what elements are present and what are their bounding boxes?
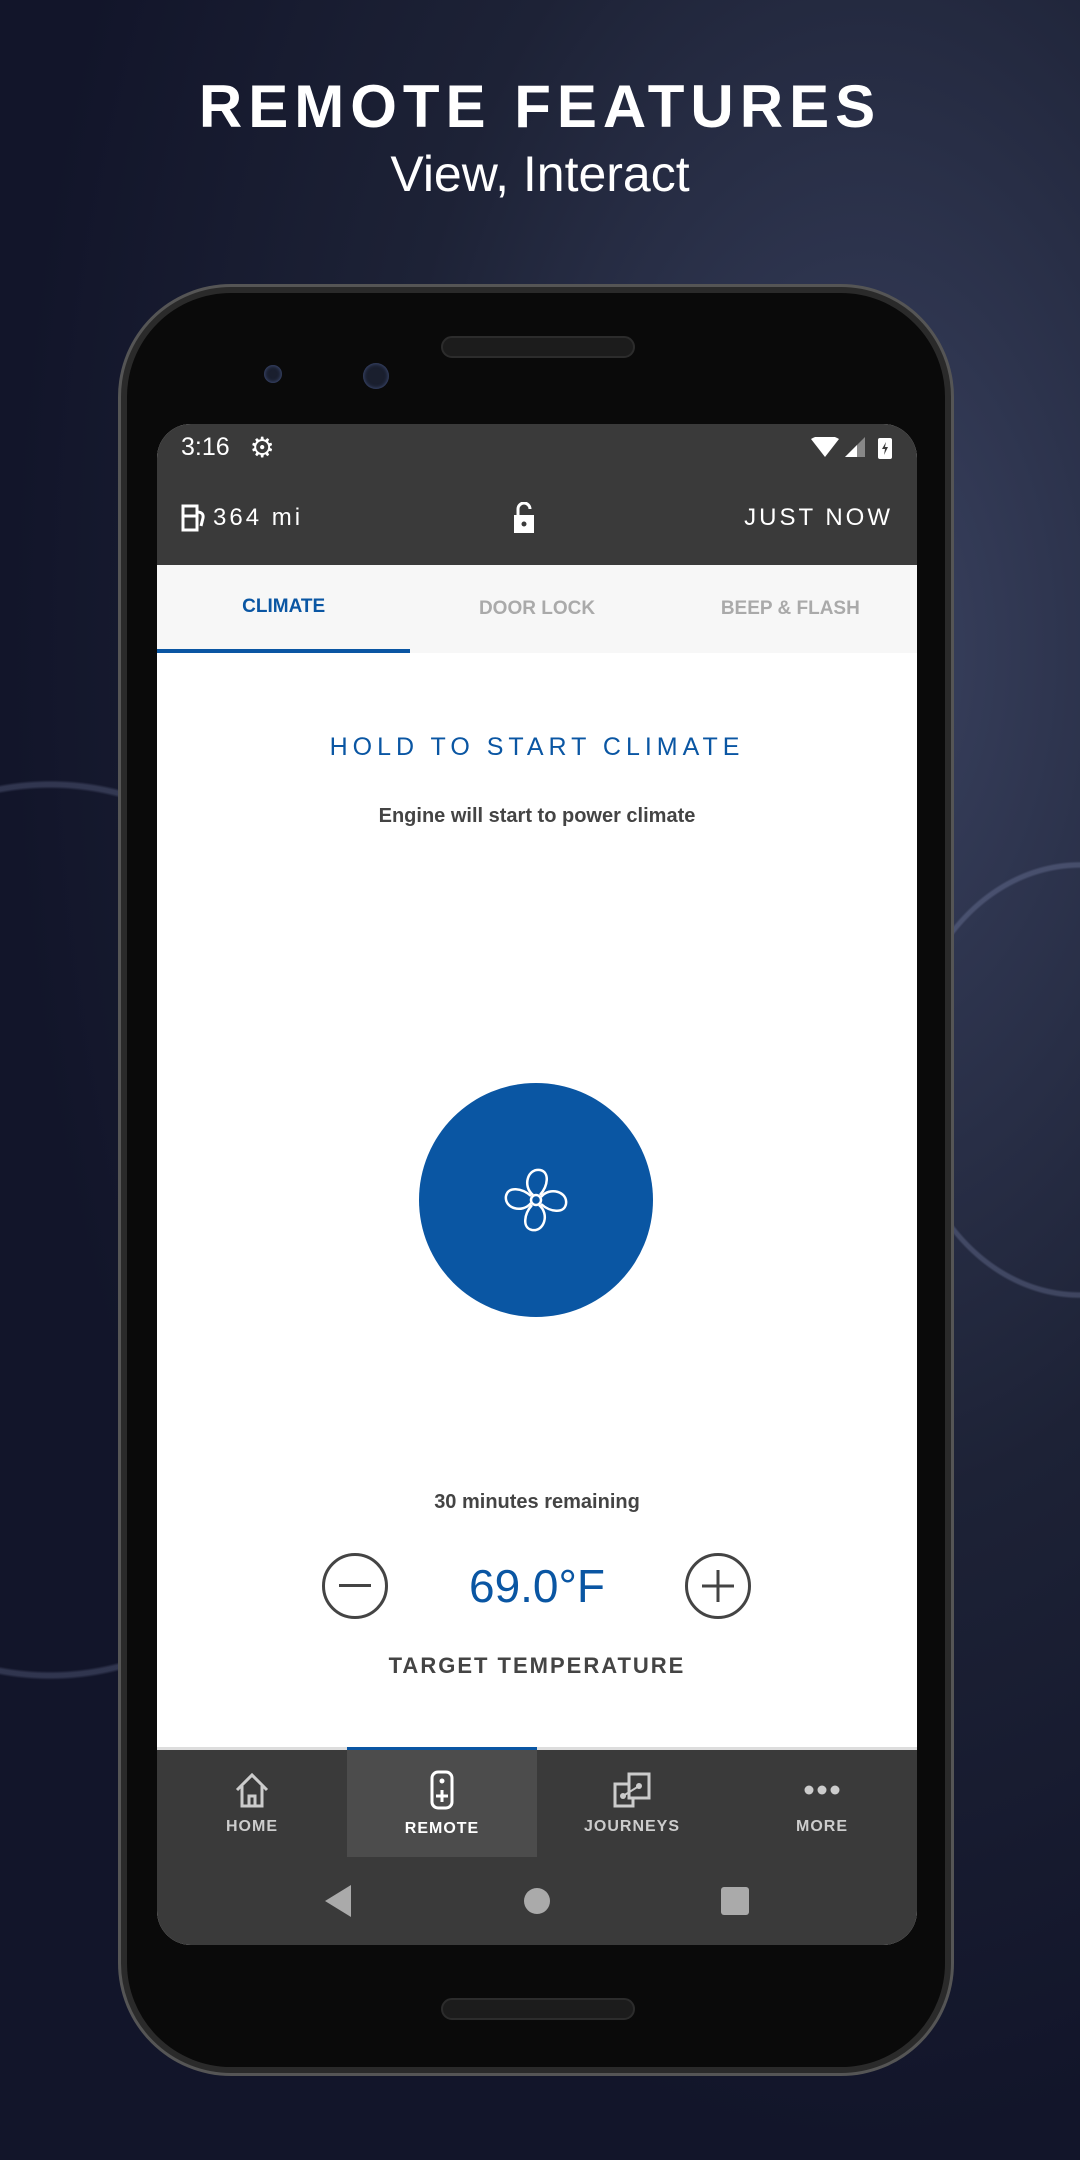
home-icon (235, 1772, 269, 1807)
system-nav (157, 1857, 917, 1945)
range-text: 364 mi (213, 504, 304, 531)
nav-more-label: MORE (796, 1817, 848, 1835)
battery-icon (878, 437, 892, 459)
tab-climate[interactable]: CLIMATE (157, 565, 411, 653)
camera (264, 365, 282, 383)
remote-icon (430, 1770, 454, 1809)
tab-beep-flash[interactable]: BEEP & FLASH (664, 565, 917, 653)
engine-note: Engine will start to power climate (378, 805, 696, 827)
hero-title: REMOTE FEATURES (198, 73, 882, 140)
journeys-icon (613, 1772, 651, 1807)
signal-icon (845, 436, 865, 457)
nav-journeys[interactable]: JOURNEYS (537, 1750, 727, 1857)
plus-icon (702, 1570, 734, 1602)
more-icon (804, 1785, 840, 1794)
last-updated: JUST NOW (744, 504, 893, 531)
home-button-icon[interactable] (523, 1887, 551, 1915)
settings-gear-icon: ⚙ (249, 432, 275, 463)
status-bar: 3:16 ⚙ (157, 424, 917, 471)
top-speaker (441, 336, 635, 358)
time-remaining: 30 minutes remaining (434, 1491, 640, 1513)
tab-door-lock[interactable]: DOOR LOCK (410, 565, 663, 653)
bottom-nav: HOME REMOTE JOURNEYS MORE (157, 1747, 917, 1857)
nav-journeys-label: JOURNEYS (583, 1817, 681, 1835)
nav-remote[interactable]: REMOTE (347, 1747, 537, 1857)
nav-more[interactable]: MORE (727, 1750, 917, 1857)
nav-home[interactable]: HOME (157, 1750, 347, 1857)
wifi-icon (811, 436, 839, 457)
fuel-range: 364 mi (181, 504, 303, 532)
back-icon[interactable] (325, 1885, 353, 1917)
camera (363, 363, 389, 389)
increase-temperature-button[interactable] (685, 1553, 751, 1619)
climate-panel: HOLD TO START CLIMATE Engine will start … (157, 653, 917, 1747)
fan-icon (504, 1168, 568, 1232)
nav-remote-label: REMOTE (404, 1819, 480, 1837)
unlock-icon[interactable] (513, 502, 535, 534)
app-screen: 3:16 ⚙ 364 mi JUST NOW CLIMATE DOOR LOCK… (157, 424, 917, 1945)
nav-home-label: HOME (226, 1817, 278, 1835)
hero-subtitle: View, Interact (390, 146, 690, 202)
status-time: 3:16 (181, 433, 230, 461)
recents-icon[interactable] (721, 1887, 749, 1915)
vehicle-header: 364 mi JUST NOW (157, 471, 917, 565)
bottom-speaker (441, 1998, 635, 2020)
target-temperature-label: TARGET TEMPERATURE (388, 1653, 686, 1678)
target-temperature-value: 69.0°F (468, 1560, 606, 1612)
fuel-pump-icon (181, 504, 205, 532)
hold-to-start-label: HOLD TO START CLIMATE (329, 733, 745, 761)
start-climate-button[interactable] (419, 1083, 653, 1317)
remote-tabs: CLIMATE DOOR LOCK BEEP & FLASH (157, 565, 917, 653)
